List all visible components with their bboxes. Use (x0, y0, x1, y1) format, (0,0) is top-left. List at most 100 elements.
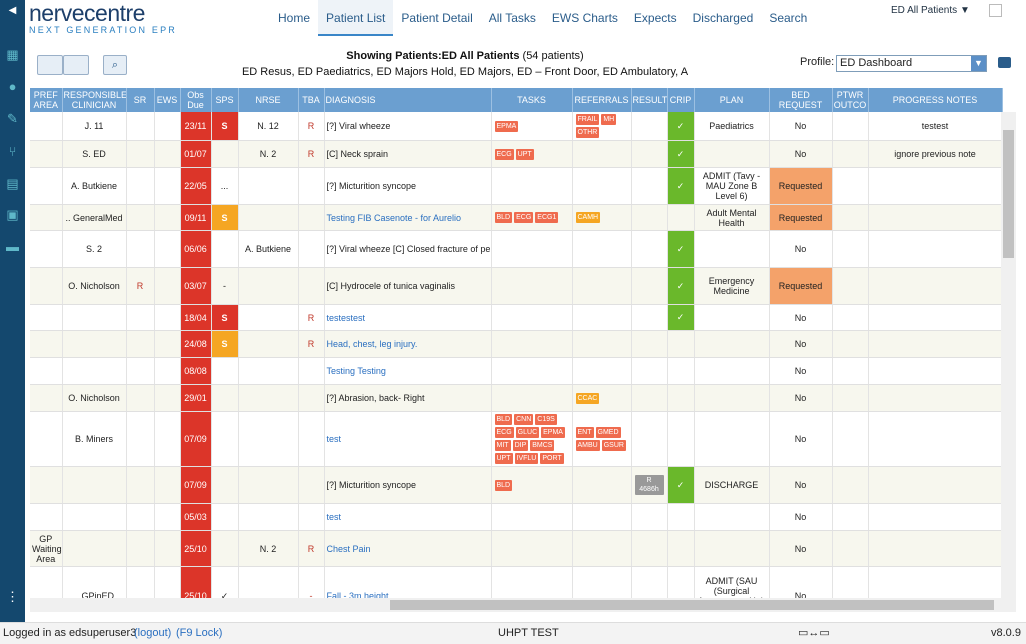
cell-clinician[interactable]: S. ED (62, 140, 127, 168)
search-icon[interactable]: ⌕ (103, 55, 127, 75)
task-tag[interactable]: GLUC (515, 427, 540, 438)
cell-tasks[interactable]: BLD CNN C19S ECG GLUC EPMA MIT DIP BMCS UPT IVFLU P… (491, 411, 573, 467)
cell-diagnosis[interactable]: testestest (324, 304, 492, 331)
tools-icon[interactable]: ✎ (4, 112, 21, 126)
cell-clinician[interactable]: .. GPinED (62, 566, 127, 598)
cell-progress-notes[interactable]: testest (868, 112, 1003, 141)
cell-nurse[interactable]: N. 2 (238, 530, 299, 567)
cell-nurse[interactable] (238, 204, 299, 231)
compact-view-button[interactable] (63, 55, 89, 75)
cell-progress-notes[interactable] (868, 204, 1003, 231)
cell-result[interactable] (631, 304, 668, 331)
ward-icon[interactable]: ▦ (4, 48, 21, 62)
cell-result[interactable] (631, 167, 668, 205)
cell-progress-notes[interactable] (868, 503, 1003, 531)
table-row[interactable]: 24/08 S R Head, chest, leg injury. No (30, 330, 1003, 358)
cell-tasks[interactable] (491, 357, 573, 385)
cell-result[interactable] (631, 384, 668, 412)
cell-diagnosis[interactable]: Fall - 3m height (324, 566, 492, 598)
cell-bed-request[interactable]: No (769, 304, 833, 331)
table-row[interactable]: 18/04 S Rtestestest ✓ No (30, 304, 1003, 331)
task-tag[interactable]: IVFLU (514, 453, 539, 464)
referral-tag[interactable]: OTHR (575, 127, 600, 138)
task-tag[interactable]: UPT (515, 148, 534, 160)
cell-tasks[interactable]: BLD ECG ECG1 (491, 204, 573, 231)
cell-bed-request[interactable]: No (769, 330, 833, 358)
cell-bed-request[interactable]: No (769, 411, 833, 467)
cell-progress-notes[interactable] (868, 267, 1003, 305)
cell-clinician[interactable]: A. Butkiene (62, 167, 127, 205)
cell-progress-notes[interactable] (868, 304, 1003, 331)
cell-referrals[interactable] (572, 503, 632, 531)
cell-result[interactable] (631, 566, 668, 598)
cell-diagnosis[interactable]: Testing FIB Casenote - for Aurelio (324, 204, 492, 231)
task-tag[interactable]: ECG1 (535, 212, 559, 223)
cell-referrals[interactable]: CAMH (572, 204, 632, 231)
clipboard-icon[interactable]: ▣ (4, 208, 21, 222)
cell-nurse[interactable] (238, 167, 299, 205)
table-row[interactable]: GP Waiting Area 25/10 N. 2 R Chest Pain No (30, 530, 1003, 567)
referral-tag[interactable]: AMBU (575, 440, 600, 451)
cell-referrals[interactable]: CCAC (572, 384, 632, 412)
task-tag[interactable]: EPMA (541, 427, 565, 438)
cell-nurse[interactable]: A. Butkiene (238, 230, 299, 268)
cell-bed-request[interactable]: No (769, 384, 833, 412)
col-ptwr-outcome[interactable]: PTWR OUTCO (832, 88, 869, 112)
table-row[interactable]: 08/08 Testing Testing No (30, 357, 1003, 385)
cell-bed-request[interactable]: Requested (769, 167, 833, 205)
col-obs-due[interactable]: Obs Due (180, 88, 212, 112)
cell-bed-request[interactable]: No (769, 357, 833, 385)
cell-result[interactable] (631, 140, 668, 168)
scroll-thumb[interactable] (1003, 130, 1014, 258)
cell-nurse[interactable] (238, 503, 299, 531)
task-tag[interactable]: BMCS (530, 440, 555, 451)
table-row[interactable]: .. GPinED 25/10 ✓ - Fall - 3m height ADMIT (S… (30, 566, 1003, 598)
cell-nurse[interactable] (238, 357, 299, 385)
location-filter[interactable]: ED All Patients ▼ (891, 4, 1002, 17)
task-tag[interactable]: PORT (540, 453, 564, 464)
logout-link[interactable]: (logout) (134, 623, 171, 643)
col-nrse[interactable]: NRSE (238, 88, 299, 112)
cell-clinician[interactable]: O. Nicholson (62, 267, 127, 305)
cell-referrals[interactable]: FRAIL MHOTHR (572, 112, 632, 141)
referral-tag[interactable]: CAMH (575, 212, 601, 223)
cell-bed-request[interactable]: No (769, 503, 833, 531)
cell-clinician[interactable]: S. 2 (62, 230, 127, 268)
cell-nurse[interactable] (238, 304, 299, 331)
nav-patient-detail[interactable]: Patient Detail (393, 0, 480, 36)
list-view-button[interactable] (37, 55, 63, 75)
nav-all-tasks[interactable]: All Tasks (481, 0, 544, 36)
referral-tag[interactable]: MH (601, 114, 617, 125)
cell-clinician[interactable]: B. Miners (62, 411, 127, 467)
table-row[interactable]: S. 2 06/06 A. Butkiene [?] Viral wheeze [C]… (30, 230, 1003, 268)
window-restore-icon[interactable] (989, 4, 1002, 17)
nav-discharged[interactable]: Discharged (685, 0, 762, 36)
cell-result[interactable] (631, 357, 668, 385)
cell-bed-request[interactable]: Requested (769, 267, 833, 305)
cell-bed-request[interactable]: No (769, 230, 833, 268)
table-row[interactable]: .. GeneralMed 09/11 S Testing FIB Casenote … (30, 204, 1003, 231)
table-row[interactable]: S. ED 01/07 N. 2 R [C] Neck sprain ECG UPT ✓ No i… (30, 140, 1003, 168)
table-row[interactable]: A. Butkiene 22/05... [?] Micturition synco… (30, 167, 1003, 205)
col-diagnosis[interactable]: DIAGNOSIS (324, 88, 492, 112)
cell-nurse[interactable]: N. 12 (238, 112, 299, 141)
cell-referrals[interactable] (572, 167, 632, 205)
col-tasks[interactable]: TASKS (491, 88, 573, 112)
cell-bed-request[interactable]: No (769, 140, 833, 168)
cell-nurse[interactable] (238, 267, 299, 305)
cell-nurse[interactable] (238, 384, 299, 412)
cell-result[interactable] (631, 267, 668, 305)
cell-clinician[interactable]: .. GeneralMed (62, 204, 127, 231)
cell-referrals[interactable]: ENT GMED AMBU GSUR (572, 411, 632, 467)
cell-progress-notes[interactable] (868, 167, 1003, 205)
task-tag[interactable]: MIT (494, 440, 511, 451)
cell-clinician[interactable] (62, 304, 127, 331)
task-tag[interactable]: EPMA (494, 120, 519, 132)
cell-progress-notes[interactable] (868, 466, 1003, 504)
cell-tasks[interactable] (491, 167, 573, 205)
table-row[interactable]: 07/09 [?] Micturition syncope BLD R 4686h ✓ D… (30, 466, 1003, 504)
cell-referrals[interactable] (572, 330, 632, 358)
cell-bed-request[interactable]: No (769, 530, 833, 567)
cell-progress-notes[interactable] (868, 530, 1003, 567)
cell-nurse[interactable] (238, 466, 299, 504)
